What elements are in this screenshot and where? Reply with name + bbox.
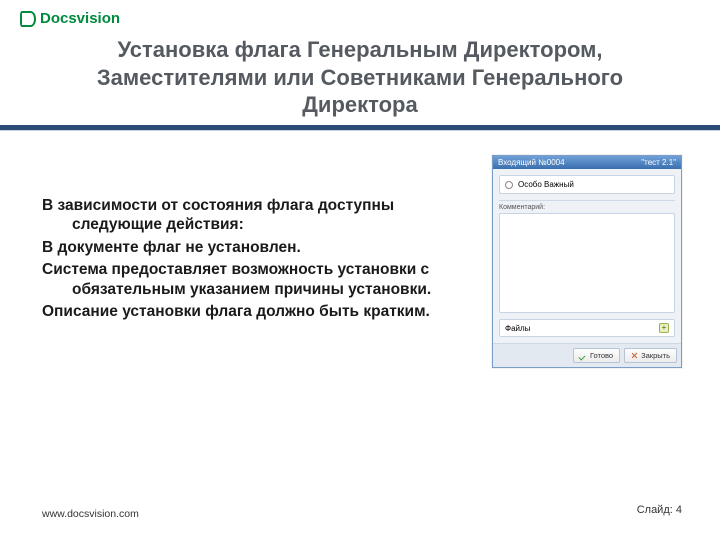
- check-icon: [580, 352, 587, 359]
- footer-slide: Слайд: 4: [637, 504, 682, 516]
- importance-label: Особо Важный: [518, 180, 574, 189]
- body-text: В зависимости от состояния флага доступн…: [42, 196, 442, 324]
- paragraph: В документе флаг не установлен.: [42, 238, 442, 257]
- paragraph: Система предоставляет возможность устано…: [42, 260, 442, 299]
- slide-number: 4: [676, 504, 682, 516]
- add-file-button[interactable]: +: [659, 323, 669, 333]
- paperclip-icon: [20, 11, 36, 27]
- close-button[interactable]: Закрыть: [624, 348, 677, 363]
- paragraph: В зависимости от состояния флага доступн…: [42, 196, 442, 235]
- dialog-window: Входящий №0004 "тест 2.1" Особо Важный К…: [492, 155, 682, 368]
- close-label: Закрыть: [641, 351, 670, 360]
- radio-icon: [505, 181, 513, 189]
- dialog-titlebar: Входящий №0004 "тест 2.1": [493, 156, 681, 169]
- footer-url: www.docsvision.com: [42, 508, 139, 520]
- importance-option[interactable]: Особо Важный: [499, 175, 675, 194]
- comment-label: Комментарий:: [499, 204, 675, 211]
- separator: [499, 200, 675, 201]
- ok-button[interactable]: Готово: [573, 348, 620, 363]
- title-divider: [0, 125, 720, 131]
- dialog-title-left: Входящий №0004: [498, 158, 565, 167]
- dialog-title-right: "тест 2.1": [641, 158, 676, 167]
- slide-label: Слайд:: [637, 504, 673, 516]
- brand-logo: Docsvision: [20, 10, 120, 27]
- brand-name: Docsvision: [40, 10, 120, 27]
- close-icon: [631, 352, 638, 359]
- paragraph: Описание установки флага должно быть кра…: [42, 302, 442, 321]
- comment-textarea[interactable]: [499, 213, 675, 313]
- dialog-buttons: Готово Закрыть: [493, 343, 681, 367]
- ok-label: Готово: [590, 351, 613, 360]
- files-row: Файлы +: [499, 319, 675, 337]
- slide-title: Установка флага Генеральным Директором, …: [40, 36, 680, 119]
- files-label: Файлы: [505, 324, 530, 333]
